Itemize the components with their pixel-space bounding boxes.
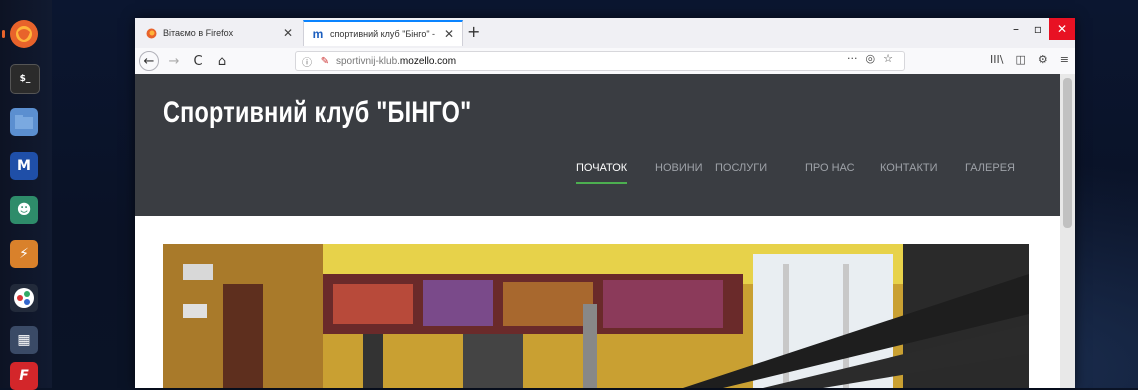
web-page: Спортивний клуб "БІНГО" ПОЧАТОК НОВИНИ П… — [135, 74, 1075, 388]
tab-welcome[interactable]: Вітаємо в Firefox ✕ — [137, 20, 301, 46]
dock: $_ M ☻ ⚡ ▦ F — [0, 0, 52, 390]
tab-bingo[interactable]: m спортивний клуб "Бінго" - По ✕ — [303, 20, 463, 46]
image-viewer-icon[interactable]: ▦ — [10, 326, 38, 354]
menu-item-gallery[interactable]: ГАЛЕРЕЯ — [965, 162, 1015, 174]
tab-title: спортивний клуб "Бінго" - По — [330, 29, 438, 39]
new-tab-button[interactable]: + — [467, 22, 480, 41]
flash-icon[interactable]: F — [10, 362, 38, 390]
more-actions-icon[interactable]: ··· — [847, 52, 858, 65]
library-icon[interactable]: III\ — [990, 53, 1003, 66]
malwarebytes-icon[interactable]: M — [10, 152, 38, 180]
site-header: Спортивний клуб "БІНГО" ПОЧАТОК НОВИНИ П… — [135, 74, 1060, 216]
bookmark-star-icon[interactable]: ☆ — [883, 52, 893, 65]
extension-icon[interactable]: ⚙ — [1038, 53, 1048, 66]
tab-bar: Вітаємо в Firefox ✕ m спортивний клуб "Б… — [135, 18, 1075, 48]
menu-item-about[interactable]: ПРО НАС — [805, 162, 855, 174]
url-host: mozello.com — [399, 55, 457, 67]
openshot-icon[interactable] — [10, 284, 38, 312]
reload-button[interactable]: C — [187, 50, 209, 72]
pocket-icon[interactable]: ◎ — [866, 52, 876, 65]
navigation-toolbar: ← → C ⌂ ⓘ ✎ sportivnij-klub. mozello.com … — [135, 48, 1075, 75]
forward-button[interactable]: → — [163, 50, 185, 72]
files-icon[interactable] — [10, 108, 38, 136]
maximize-button[interactable]: ▫ — [1027, 18, 1049, 40]
firefox-icon[interactable] — [2, 20, 38, 48]
terminal-icon[interactable]: $_ — [10, 64, 40, 94]
menu-item-home[interactable]: ПОЧАТОК — [576, 162, 628, 184]
tab-title: Вітаємо в Firefox — [163, 28, 234, 38]
menu-item-news[interactable]: НОВИНИ — [655, 162, 703, 174]
game-character-icon[interactable]: ☻ — [10, 196, 38, 224]
page-scrollbar[interactable] — [1060, 74, 1075, 388]
hero-gym-image — [163, 244, 1029, 388]
sidebar-icon[interactable]: ◫ — [1016, 53, 1026, 66]
menu-item-contacts[interactable]: КОНТАКТИ — [880, 162, 938, 174]
close-window-button[interactable]: ✕ — [1049, 18, 1075, 40]
draw-icon[interactable]: ⚡ — [10, 240, 38, 268]
menu-icon[interactable]: ≡ — [1060, 53, 1069, 66]
tab-close-icon[interactable]: ✕ — [444, 27, 454, 41]
url-bar[interactable]: ⓘ ✎ sportivnij-klub. mozello.com — [295, 51, 905, 71]
site-title[interactable]: Спортивний клуб "БІНГО" — [163, 96, 471, 130]
back-button[interactable]: ← — [139, 51, 159, 71]
url-prefix: sportivnij-klub. — [336, 55, 400, 67]
scrollbar-thumb[interactable] — [1063, 78, 1072, 228]
mozello-tab-icon: m — [312, 27, 324, 41]
browser-window: Вітаємо в Firefox ✕ m спортивний клуб "Б… — [135, 18, 1075, 388]
minimize-button[interactable]: – — [1005, 18, 1027, 40]
menu-item-services[interactable]: ПОСЛУГИ — [715, 162, 767, 174]
info-icon[interactable]: ⓘ — [300, 54, 314, 69]
tab-close-icon[interactable]: ✕ — [283, 26, 293, 40]
home-button[interactable]: ⌂ — [211, 50, 233, 72]
tracking-blocked-icon[interactable]: ✎ — [318, 56, 332, 67]
firefox-tab-icon — [145, 27, 157, 39]
